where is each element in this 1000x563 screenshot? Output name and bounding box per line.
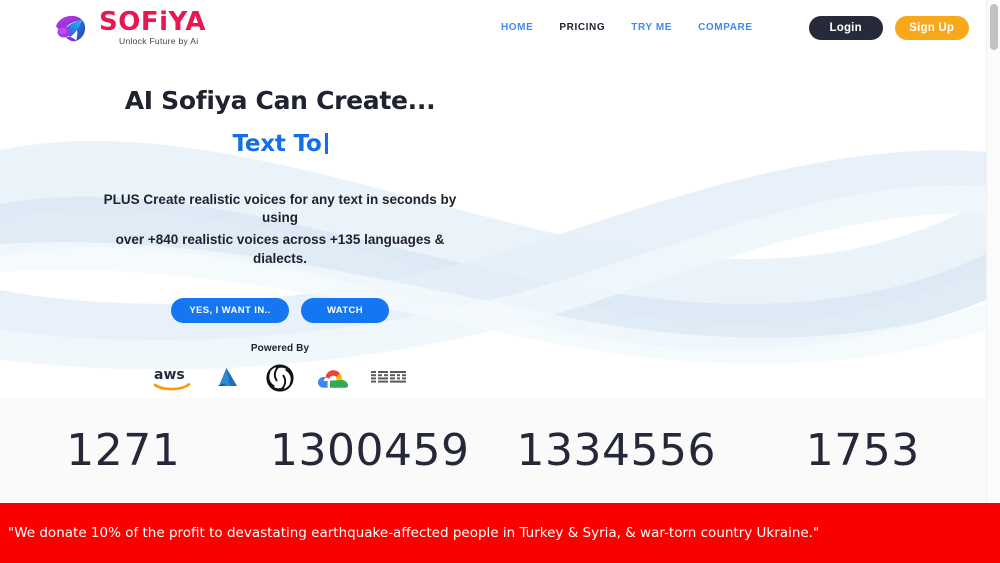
donation-banner-text: "We donate 10% of the profit to devastat… [8, 524, 820, 541]
stat-value: 1753 [805, 425, 920, 476]
donation-banner: "We donate 10% of the profit to devastat… [0, 503, 1000, 563]
stat-item: 1271 [0, 425, 247, 476]
stat-value: 1300459 [270, 425, 470, 476]
stat-item: 1300459 [247, 425, 494, 476]
main-navigation: HOME PRICING TRY ME COMPARE [501, 22, 753, 33]
signup-button[interactable]: Sign Up [894, 15, 969, 40]
sofiya-swirl-logo-icon [56, 15, 86, 41]
aws-logo-icon: aws [153, 367, 191, 391]
stat-item: 1334556 [493, 425, 740, 476]
auth-buttons: Login Sign Up [808, 15, 969, 40]
hero-cta-row: YES, I WANT IN.. WATCH [0, 297, 560, 323]
site-header: SOFiYA Unlock Future by Ai HOME PRICING … [0, 0, 986, 55]
openai-logo-icon [266, 364, 294, 392]
page-root: AI Sofiya Can Create... Text To PLUS Cre… [0, 0, 1000, 563]
svg-text:aws: aws [154, 367, 185, 383]
login-button[interactable]: Login [808, 15, 883, 40]
hero-section: AI Sofiya Can Create... Text To PLUS Cre… [0, 0, 986, 398]
powered-by-section: Powered By aws [0, 343, 560, 393]
hero-content: AI Sofiya Can Create... Text To PLUS Cre… [0, 86, 560, 393]
brand-name: SOFiYA [99, 7, 206, 38]
yes-i-want-in-button[interactable]: YES, I WANT IN.. [171, 297, 289, 323]
powered-by-logos: aws [0, 363, 560, 393]
stat-item: 1753 [740, 425, 987, 476]
vertical-scrollbar[interactable] [986, 0, 1000, 563]
stats-section: 1271 1300459 1334556 1753 [0, 398, 986, 503]
hero-typed-text: Text To [232, 131, 322, 157]
hero-typed-line: Text To [0, 131, 560, 157]
hero-subtitle-line-1: PLUS Create realistic voices for any tex… [103, 192, 457, 226]
stat-value: 1271 [66, 425, 181, 476]
typing-caret-icon [324, 133, 328, 154]
brand-tagline: Unlock Future by Ai [119, 36, 199, 47]
scrollbar-thumb[interactable] [990, 4, 998, 50]
stat-value: 1334556 [516, 425, 716, 476]
hero-subtitle-line-2: over +840 realistic voices across +135 l… [115, 232, 445, 266]
nav-item-try-me[interactable]: TRY ME [631, 22, 672, 33]
scroll-viewport: AI Sofiya Can Create... Text To PLUS Cre… [0, 0, 986, 563]
nav-item-pricing[interactable]: PRICING [559, 22, 605, 33]
hero-subtitle: PLUS Create realistic voices for any tex… [0, 191, 560, 268]
watch-button[interactable]: WATCH [301, 297, 389, 323]
google-cloud-logo-icon [318, 370, 348, 388]
hero-title: AI Sofiya Can Create... [124, 86, 436, 115]
azure-logo-icon [217, 367, 237, 386]
brand-wordmark: SOFiYA Unlock Future by Ai [99, 9, 206, 46]
powered-by-label: Powered By [250, 342, 310, 354]
brand-logo[interactable]: SOFiYA Unlock Future by Ai [52, 9, 206, 46]
nav-item-home[interactable]: HOME [501, 22, 533, 33]
nav-item-compare[interactable]: COMPARE [698, 22, 753, 33]
ibm-logo-icon [371, 370, 406, 383]
